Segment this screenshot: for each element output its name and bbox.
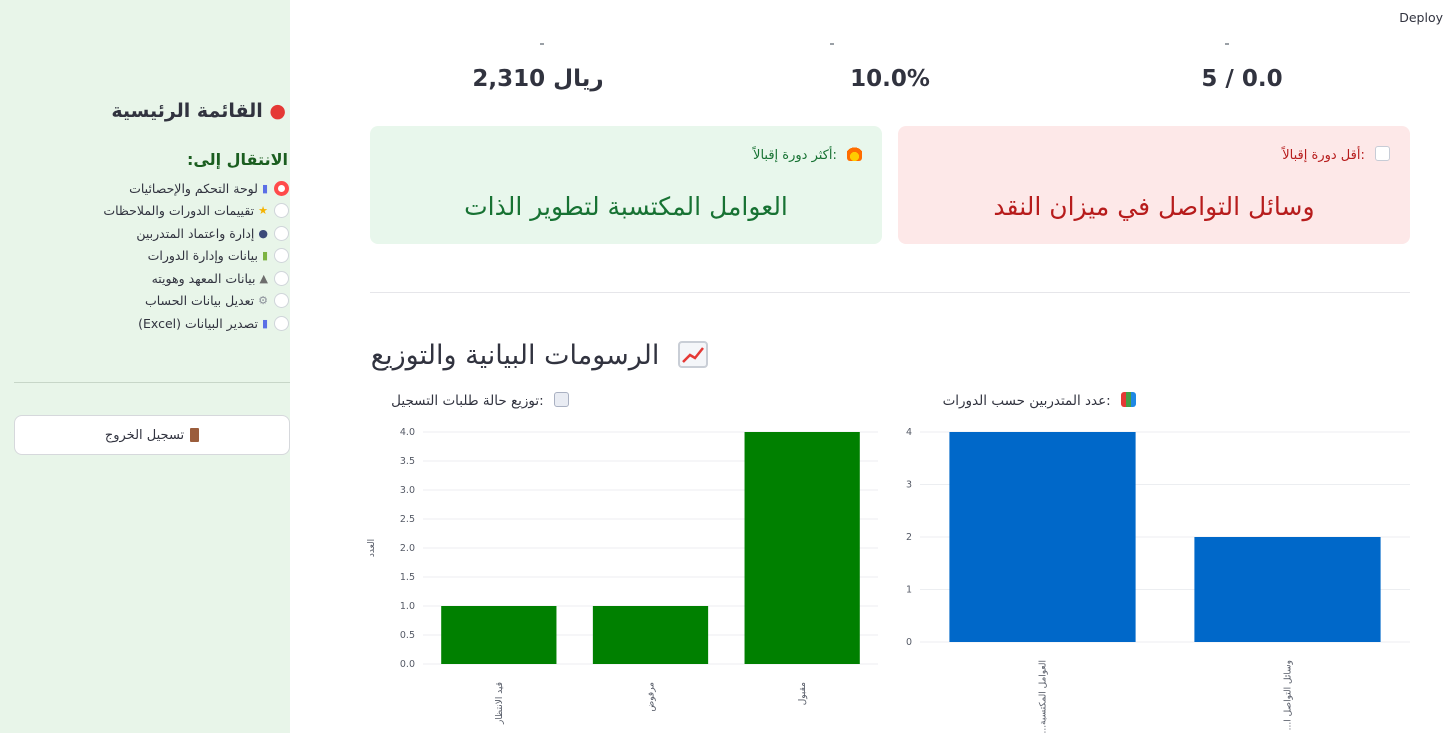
door-icon — [190, 428, 200, 442]
chart-title-trainees: :عدد المتدربين حسب الدورات — [943, 392, 1136, 409]
y-tick-label: 0.0 — [400, 659, 415, 670]
metric-value-percent: 10.0% — [850, 66, 930, 92]
logout-button[interactable]: تسجيل الخروج — [14, 415, 290, 455]
star-icon: ★ — [258, 204, 268, 218]
y-tick-label: 3.5 — [400, 456, 415, 467]
nav-item-dashboard[interactable]: ▮ لوحة التحكم والإحصائيات — [0, 177, 290, 200]
deploy-button[interactable]: Deploy — [1399, 10, 1443, 25]
x-tick-label: مرفوض — [647, 682, 657, 712]
bar — [441, 606, 557, 664]
bar — [744, 432, 860, 664]
nav-label: الانتقال إلى: — [187, 150, 288, 169]
x-tick-label: ...العوامل المكتسبة — [1039, 660, 1049, 733]
bar — [1194, 537, 1381, 642]
gear-icon: ⚙ — [258, 294, 268, 308]
y-axis-label: العدد — [367, 539, 377, 557]
alert-label: :أكثر دورة إقبالاً — [753, 146, 862, 163]
bar-chart-icon: ▮ — [261, 181, 268, 195]
x-tick-label: ...وسائل التواصل ا — [1284, 660, 1294, 730]
metric-label-cut — [540, 40, 600, 46]
sidebar-divider — [14, 382, 290, 383]
alert-value: العوامل المكتسبة لتطوير الذات — [464, 192, 788, 221]
radio-unselected[interactable] — [274, 225, 289, 241]
books-icon — [1121, 392, 1136, 407]
bar — [949, 432, 1136, 642]
x-tick-label: مقبول — [798, 682, 808, 705]
radio-unselected[interactable] — [274, 248, 289, 264]
nav-item-trainees[interactable]: ● إدارة واعتماد المتدربين — [0, 222, 290, 245]
radio-unselected[interactable] — [274, 315, 289, 331]
chart-title-status: :توزيع حالة طلبات التسجيل — [391, 392, 569, 409]
radio-selected[interactable] — [274, 180, 289, 196]
metric-label-cut — [1225, 40, 1285, 46]
nav-item-institute[interactable]: ▲ بيانات المعهد وهويته — [0, 267, 290, 290]
section-title: الرسومات البيانية والتوزيع — [371, 340, 708, 371]
y-tick-label: 1.0 — [400, 601, 415, 612]
fire-icon — [847, 146, 862, 161]
y-tick-label: 4 — [906, 427, 912, 438]
radio-unselected[interactable] — [274, 270, 289, 286]
institution-icon: ▲ — [259, 271, 268, 285]
status-bar-chart: 0.0 0.5 1.0 1.5 2.0 2.5 3.0 3.5 4.0 العدد قيد الان… — [367, 427, 878, 725]
pin-icon: ● — [269, 100, 286, 122]
y-tick-label: 2.0 — [400, 543, 415, 554]
sidebar: ● القائمة الرئيسية الانتقال إلى: ▮ لوحة … — [0, 0, 290, 733]
nav-item-ratings[interactable]: ★ تقييمات الدورات والملاحظات — [0, 200, 290, 223]
chart-increasing-icon — [678, 341, 708, 368]
radio-unselected[interactable] — [274, 203, 289, 219]
bar — [592, 606, 709, 664]
sidebar-title: ● القائمة الرئيسية — [111, 100, 286, 122]
y-tick-label: 0 — [906, 637, 912, 648]
radio-unselected[interactable] — [274, 293, 289, 309]
divider — [370, 292, 1410, 293]
y-tick-label: 4.0 — [400, 427, 415, 438]
x-tick-label: قيد الانتظار — [495, 682, 505, 725]
bar-chart-icon — [554, 392, 569, 407]
bar-chart-icon: ▮ — [261, 316, 268, 330]
y-tick-label: 1.5 — [400, 572, 415, 583]
nav-item-courses[interactable]: ▮ بيانات وإدارة الدورات — [0, 245, 290, 268]
alert-value: وسائل التواصل في ميزان النقد — [993, 192, 1315, 221]
least-popular-course-alert: :أقل دورة إقبالاً وسائل التواصل في ميزان… — [898, 126, 1410, 244]
alert-label: :أقل دورة إقبالاً — [1282, 146, 1390, 163]
nav-item-account[interactable]: ⚙ تعديل بيانات الحساب — [0, 290, 290, 313]
nav-item-export[interactable]: ▮ تصدير البيانات (Excel) — [0, 312, 290, 335]
y-tick-label: 2.5 — [400, 514, 415, 525]
metric-value-revenue: 2,310 ريال — [472, 66, 604, 92]
trainees-bar-chart: 0 1 2 3 4 ...العوامل المكتسبة ...وسائل التواصل… — [906, 427, 1410, 733]
y-tick-label: 1 — [906, 585, 912, 596]
y-tick-label: 2 — [906, 532, 912, 543]
metric-label-cut — [830, 40, 890, 46]
chart-down-icon — [1375, 146, 1390, 161]
y-tick-label: 3.0 — [400, 485, 415, 496]
books-icon: ▮ — [261, 249, 268, 263]
nav-radio-group: ▮ لوحة التحكم والإحصائيات ★ تقييمات الدو… — [0, 177, 290, 335]
y-tick-label: 0.5 — [400, 630, 415, 641]
users-icon: ● — [258, 226, 268, 240]
most-popular-course-alert: :أكثر دورة إقبالاً العوامل المكتسبة لتطو… — [370, 126, 882, 244]
metric-value-rating: 5 / 0.0 — [1201, 66, 1283, 92]
y-tick-label: 3 — [906, 480, 912, 491]
